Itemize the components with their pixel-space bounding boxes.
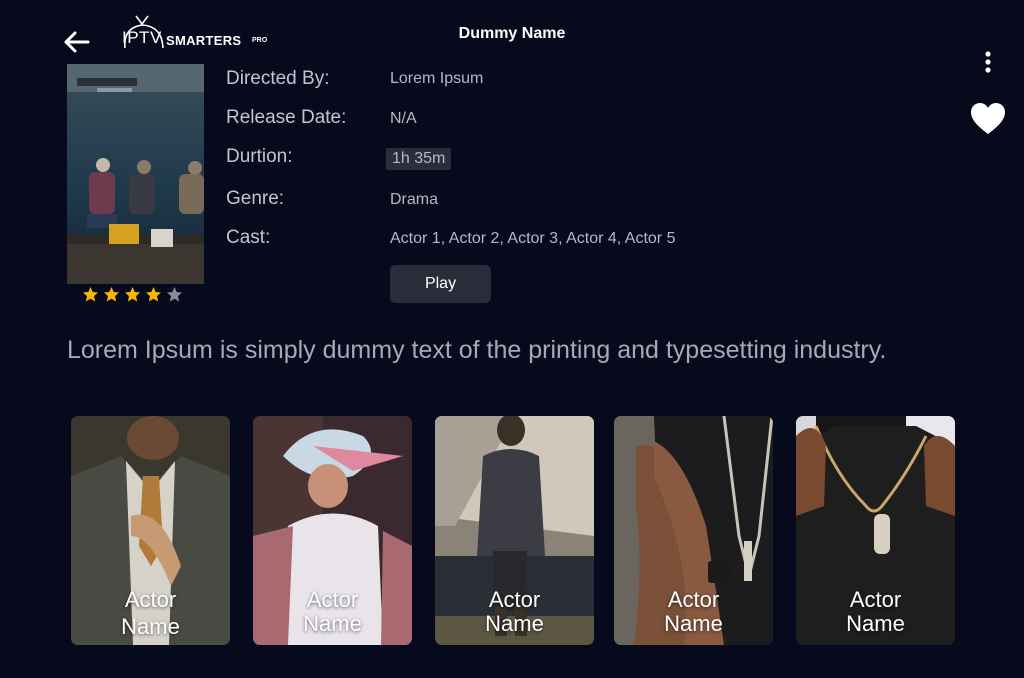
star-filled-icon xyxy=(124,286,141,303)
directed-by-value: Lorem Ipsum xyxy=(390,70,484,87)
cast-card[interactable]: Actor Name xyxy=(435,416,594,645)
cast-card[interactable]: Actor Name xyxy=(614,416,773,645)
star-rating xyxy=(82,286,183,303)
actor-name-line2: Name xyxy=(121,614,180,639)
cast-card[interactable]: Actor Name xyxy=(71,416,230,645)
heart-icon[interactable] xyxy=(970,102,1006,136)
star-filled-icon xyxy=(145,286,162,303)
actor-name: Actor Name xyxy=(71,588,230,639)
actor-name: Actor Name xyxy=(435,588,594,636)
actor-name: Actor Name xyxy=(614,588,773,636)
movie-description: Lorem Ipsum is simply dummy text of the … xyxy=(67,336,887,364)
actor-name-line1: Actor xyxy=(306,587,359,612)
movie-detail-screen: IPTV SMARTERS PRO Dummy Name Directed By… xyxy=(0,0,1024,678)
actor-name-line1: Actor xyxy=(849,587,902,612)
actor-name-line2: Name xyxy=(664,611,723,636)
star-filled-icon xyxy=(82,286,99,303)
star-empty-icon xyxy=(166,286,183,303)
actor-name-line2: Name xyxy=(846,611,905,636)
release-date-value: N/A xyxy=(390,110,417,127)
duration-value: 1h 35m xyxy=(386,148,452,170)
actor-name: Actor Name xyxy=(796,588,955,636)
cast-card[interactable]: Actor Name xyxy=(253,416,412,645)
genre-value: Drama xyxy=(390,191,439,208)
star-filled-icon xyxy=(103,286,120,303)
actor-name-line2: Name xyxy=(303,611,362,636)
actor-name: Actor Name xyxy=(253,588,412,636)
cast-card[interactable]: Actor Name xyxy=(796,416,955,645)
actor-name-line2: Name xyxy=(485,611,544,636)
page-title: Dummy Name xyxy=(458,25,566,42)
play-button[interactable]: Play xyxy=(390,265,491,303)
genre-label: Genre: xyxy=(226,188,285,209)
cast-label: Cast: xyxy=(226,227,271,248)
actor-name-line1: Actor xyxy=(124,587,177,612)
directed-by-label: Directed By: xyxy=(226,68,330,89)
cast-list: Actor Name Actor Name Actor Name Actor N… xyxy=(0,416,1024,648)
duration-label: Durtion: xyxy=(226,146,293,167)
release-date-label: Release Date: xyxy=(226,107,347,128)
movie-poster xyxy=(67,64,204,284)
actor-name-line1: Actor xyxy=(667,587,720,612)
actor-name-line1: Actor xyxy=(488,587,541,612)
more-vertical-icon[interactable] xyxy=(980,50,996,78)
cast-value: Actor 1, Actor 2, Actor 3, Actor 4, Acto… xyxy=(390,230,676,247)
